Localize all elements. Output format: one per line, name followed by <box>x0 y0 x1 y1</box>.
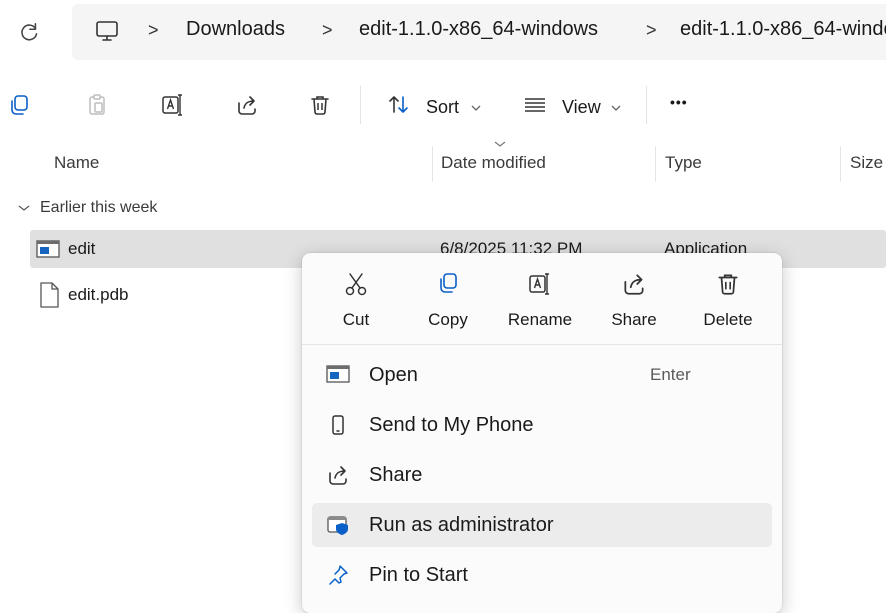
file-name: edit.pdb <box>68 285 129 304</box>
menu-item-label: Pin to Start <box>369 564 468 586</box>
application-icon <box>36 239 60 259</box>
share-icon <box>621 271 647 297</box>
paste-icon[interactable] <box>82 90 112 120</box>
sort-button[interactable]: Sort <box>426 97 459 118</box>
copy-icon <box>435 271 461 297</box>
column-divider[interactable] <box>432 146 433 182</box>
admin-shield-icon <box>326 513 350 537</box>
toolbar-divider <box>646 86 647 124</box>
address-bar: > Downloads > edit-1.1.0-x86_64-windows … <box>0 0 886 64</box>
view-icon[interactable] <box>520 90 550 120</box>
shortcut-hint: Enter <box>650 365 691 384</box>
menu-item-share[interactable]: Share <box>312 453 772 497</box>
menu-item-pin-to-start[interactable]: Pin to Start <box>312 553 772 597</box>
toolbar-divider <box>360 86 361 124</box>
rename-icon <box>527 271 553 297</box>
menu-item-label: Send to My Phone <box>369 414 534 436</box>
chevron-down-icon[interactable] <box>18 203 30 213</box>
breadcrumb-separator: > <box>646 20 657 40</box>
breadcrumb-separator: > <box>148 20 159 40</box>
menu-item-label: Share <box>369 464 423 486</box>
share-icon[interactable] <box>232 90 262 120</box>
file-icon <box>38 282 60 308</box>
column-divider[interactable] <box>840 146 841 182</box>
chevron-down-icon <box>471 104 481 112</box>
menu-divider <box>302 344 782 345</box>
trash-icon[interactable] <box>305 90 335 120</box>
group-header[interactable]: Earlier this week <box>40 199 157 217</box>
phone-icon <box>326 413 350 437</box>
column-header: Name Date modified Type Size <box>0 140 886 186</box>
application-icon <box>326 363 350 387</box>
cut-label: Cut <box>342 310 370 329</box>
cut-button[interactable]: Cut <box>316 271 396 341</box>
copy-button[interactable]: Copy <box>408 271 488 341</box>
column-date-modified[interactable]: Date modified <box>441 153 546 173</box>
chevron-down-icon <box>611 104 621 112</box>
menu-item-send-to-phone[interactable]: Send to My Phone <box>312 403 772 447</box>
more-options-button[interactable]: ••• <box>670 94 688 110</box>
menu-item-label: Open <box>369 364 418 386</box>
this-pc-icon[interactable] <box>94 18 120 44</box>
breadcrumb-downloads[interactable]: Downloads <box>186 18 285 41</box>
menu-item-open[interactable]: Open Enter <box>312 353 772 397</box>
column-divider[interactable] <box>655 146 656 182</box>
refresh-icon[interactable] <box>18 21 40 43</box>
column-name[interactable]: Name <box>54 153 99 173</box>
share-icon <box>326 463 350 487</box>
context-menu: Cut Copy Rename Share Delete Open Enter <box>302 253 782 613</box>
chevron-down-icon <box>494 140 506 148</box>
delete-label: Delete <box>703 310 753 329</box>
menu-item-run-as-administrator[interactable]: Run as administrator <box>312 503 772 547</box>
pin-icon <box>326 563 350 587</box>
share-label: Share <box>611 310 657 329</box>
share-button[interactable]: Share <box>594 271 674 341</box>
trash-icon <box>715 271 741 297</box>
delete-button[interactable]: Delete <box>688 271 768 341</box>
view-button[interactable]: View <box>562 97 601 118</box>
rename-label: Rename <box>507 310 573 329</box>
copy-icon[interactable] <box>4 90 34 120</box>
menu-item-label: Run as administrator <box>369 514 554 536</box>
breadcrumb-folder[interactable]: edit-1.1.0-x86_64-windows <box>359 18 598 41</box>
scissors-icon <box>343 271 369 297</box>
column-type[interactable]: Type <box>665 153 702 173</box>
command-bar: Sort View ••• <box>0 72 886 138</box>
breadcrumb-separator: > <box>322 20 333 40</box>
rename-button[interactable]: Rename <box>500 271 580 341</box>
copy-label: Copy <box>428 310 468 329</box>
column-size[interactable]: Size <box>850 153 883 173</box>
rename-icon[interactable] <box>158 90 188 120</box>
sort-icon[interactable] <box>384 90 414 120</box>
breadcrumb-subfolder[interactable]: edit-1.1.0-x86_64-windows <box>680 18 886 41</box>
file-name: edit <box>68 239 96 258</box>
